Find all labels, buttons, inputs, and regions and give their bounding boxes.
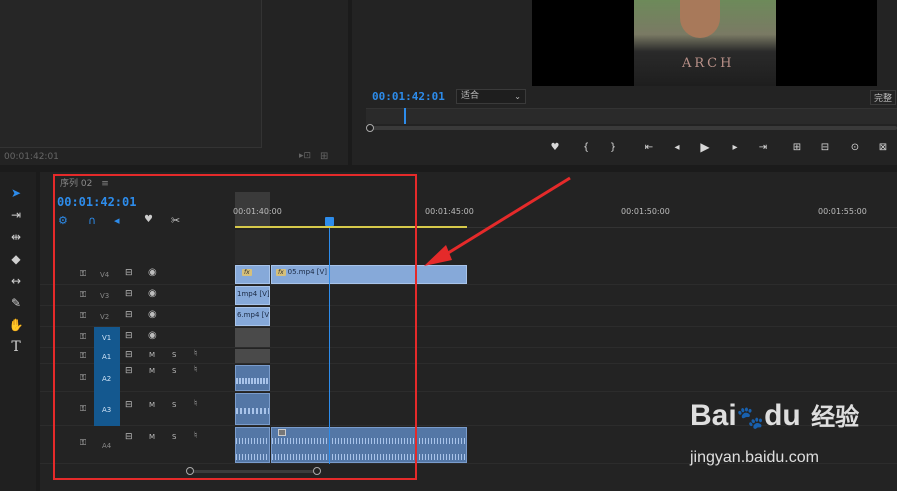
watermark-url: jingyan.baidu.com (690, 449, 819, 466)
brand-text: Bai (690, 399, 737, 432)
baidu-logo: Bai🐾du 经验 (690, 397, 859, 433)
brand-cn: 经验 (811, 404, 860, 431)
brand-text-2: du (764, 399, 801, 432)
paw-icon: 🐾 (736, 405, 765, 430)
watermark: Bai🐾du 经验 jingyan.baidu.com (690, 397, 890, 477)
